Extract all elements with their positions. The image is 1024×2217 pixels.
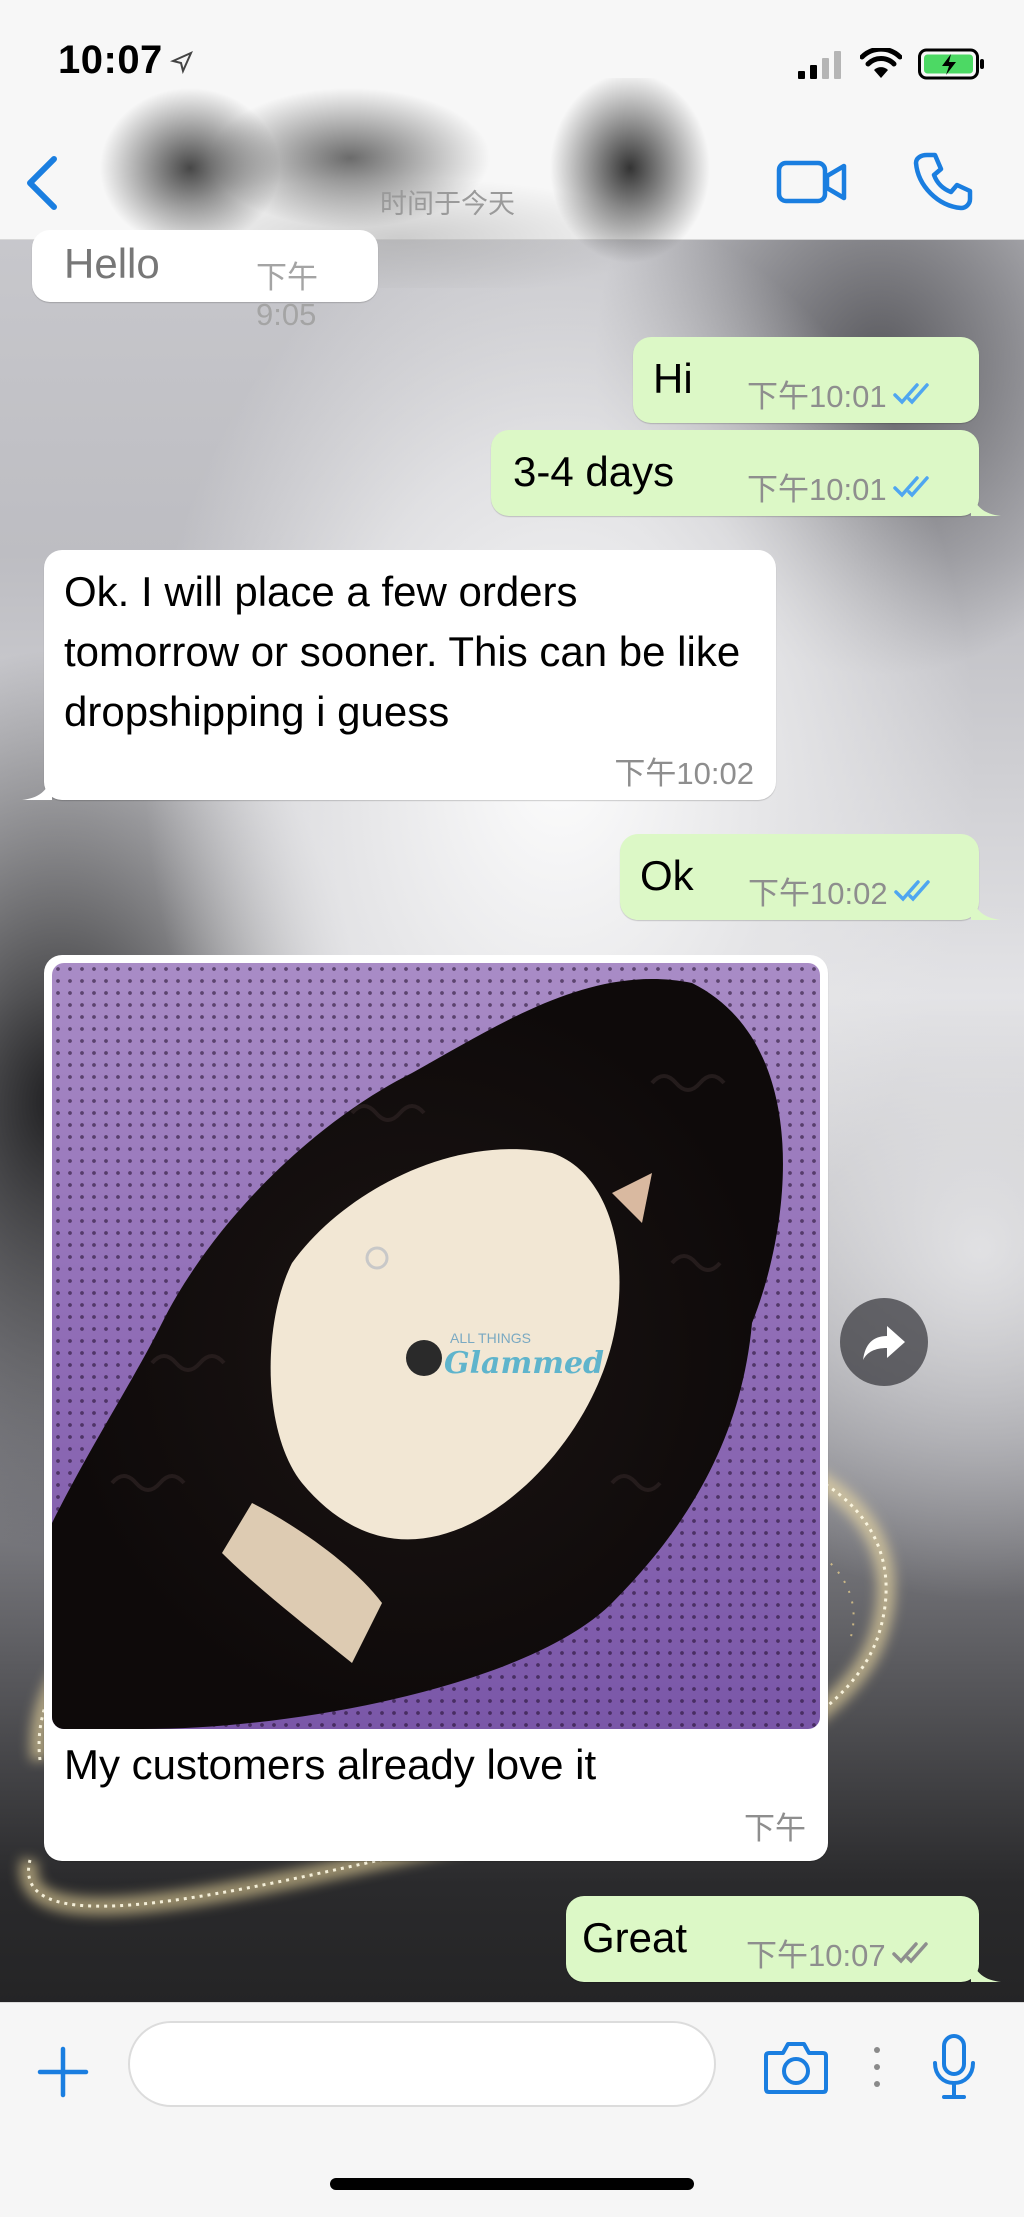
message-time: 下午9:05 [256,260,318,332]
cellular-signal-icon [798,51,841,79]
bubble-tail [971,490,1001,516]
message-bubble-outgoing[interactable]: Ok 下午10:02 [620,834,1001,920]
message-input[interactable] [128,2021,716,2107]
message-time: 下午10:01 [747,472,887,507]
battery-charging-icon [918,48,984,80]
camera-button[interactable] [760,2031,832,2103]
forward-button[interactable] [840,1298,928,1386]
status-icons [798,44,986,84]
double-check-read-icon [893,879,930,902]
message-meta: 下午10:07 [746,1930,936,1975]
microphone-button[interactable] [924,2031,984,2103]
voice-call-button[interactable] [910,148,976,214]
share-arrow-icon [863,1326,905,1360]
status-time: 10:07 [58,38,163,82]
message-bubble-outgoing[interactable]: Great 下午10:07 [566,1896,1001,1982]
message-meta: 下午10:02 [614,748,754,793]
message-text: Hello [64,240,160,287]
message-meta: 下午10:01 [747,371,937,416]
back-button[interactable] [18,148,66,218]
photo-image[interactable]: ALL THINGS Glammed [52,963,820,1729]
message-time: 下午10:02 [614,756,754,791]
message-bubble-incoming[interactable]: Hello 下午9:05 [32,230,378,332]
bubble-tail [971,1956,1001,1982]
microphone-icon [933,2034,975,2099]
message-meta: 下午10:01 [747,464,937,509]
contact-subtitle: 时间于今天 [380,189,515,219]
chevron-left-icon [27,156,57,210]
message-text: 3-4 days [513,448,675,495]
message-bubble-outgoing[interactable]: Hi 下午10:01 [633,337,979,423]
plus-icon [37,2046,89,2098]
video-call-button[interactable] [776,152,848,212]
svg-text:Glammed: Glammed [444,1346,604,1381]
svg-text:ALL THINGS: ALL THINGS [450,1330,531,1346]
more-options-dots[interactable] [870,2047,884,2087]
location-arrow-icon [170,51,193,74]
attach-button[interactable] [30,2039,96,2105]
double-check-delivered-icon [891,1941,928,1964]
message-bubble-outgoing[interactable]: 3-4 days 下午10:01 [491,430,1001,516]
double-check-read-icon [892,382,929,405]
message-bubble-incoming[interactable]: Ok. I will place a few orders tomorrow o… [22,550,776,800]
double-check-read-icon [892,475,929,498]
message-meta: 下午9:05 [256,252,378,333]
bubble-tail [971,894,1001,920]
message-time: 下午10:02 [748,876,888,911]
message-meta: 下午10:02 [748,868,938,913]
bubble-tail [22,774,52,800]
photo-message-bubble[interactable]: ALL THINGS Glammed My customers already … [44,955,828,1861]
message-time: 下午 [744,1811,806,1846]
message-meta: 下午 [744,1803,806,1848]
camera-icon [764,2042,828,2094]
message-text: Ok. I will place a few orders tomorrow o… [64,568,741,735]
message-time: 下午10:07 [746,1938,886,1973]
phone-icon [913,152,973,211]
message-text: Great [582,1914,688,1961]
wifi-icon [860,48,902,78]
video-camera-icon [776,160,847,204]
chat-header: 时间于今天 [0,78,1024,288]
message-time: 下午10:01 [747,379,887,414]
message-text: Ok [640,852,694,899]
home-indicator [330,2178,694,2190]
message-text: Hi [653,355,693,402]
photo-caption: My customers already love it [64,1741,597,1788]
wig-photo: ALL THINGS Glammed [52,979,783,1729]
